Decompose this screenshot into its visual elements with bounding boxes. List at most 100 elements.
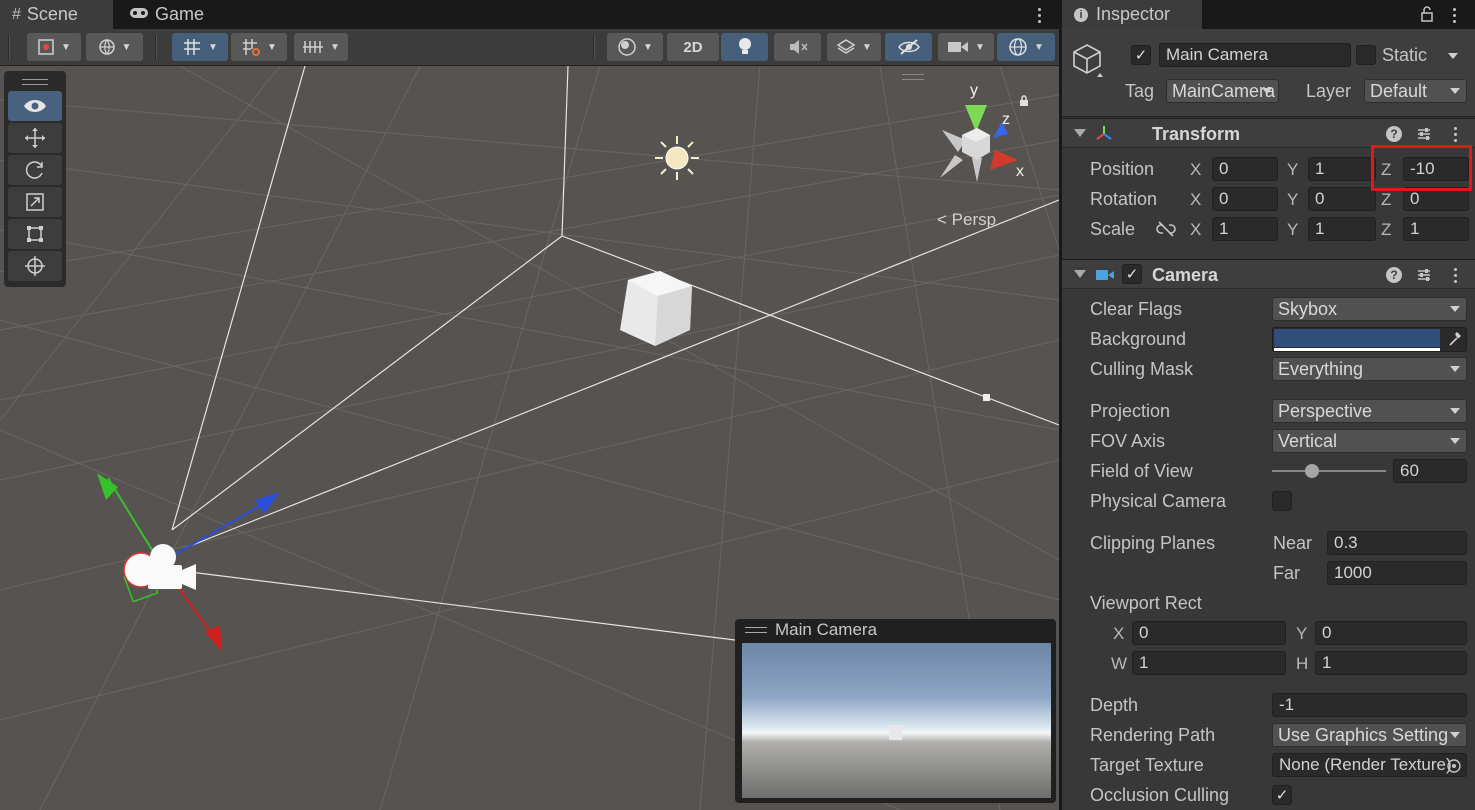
occlusion-culling-label: Occlusion Culling bbox=[1090, 785, 1230, 805]
camera-preview-header[interactable]: Main Camera bbox=[735, 619, 1056, 641]
move-arrows-icon bbox=[25, 128, 45, 148]
scene-more-options-icon[interactable] bbox=[1032, 4, 1046, 26]
gameobject-active-checkbox[interactable]: ✓ bbox=[1131, 45, 1151, 65]
inspector-lock-icon[interactable] bbox=[1420, 6, 1434, 27]
near-clip-field[interactable]: 0.3 bbox=[1327, 531, 1467, 555]
scale-x-label: X bbox=[1190, 220, 1202, 239]
camera-more-options-icon[interactable] bbox=[1448, 264, 1462, 286]
clear-flags-dropdown[interactable]: Skybox bbox=[1272, 297, 1467, 321]
camera-settings-button[interactable]: ▼ bbox=[938, 33, 994, 61]
cube-object[interactable] bbox=[620, 271, 692, 346]
field-of-view-input[interactable]: 60 bbox=[1393, 459, 1467, 483]
camera-preview-panel: Main Camera bbox=[735, 619, 1056, 803]
physical-camera-checkbox[interactable] bbox=[1272, 491, 1292, 511]
info-icon: i bbox=[1074, 7, 1088, 22]
culling-mask-dropdown[interactable]: Everything bbox=[1272, 357, 1467, 381]
rotate-tool-button[interactable] bbox=[8, 155, 62, 185]
lock-icon[interactable] bbox=[1018, 95, 1030, 107]
toolbox-drag-handle[interactable] bbox=[22, 79, 48, 85]
inspector-more-options-icon[interactable] bbox=[1447, 4, 1461, 26]
shading-mode-button[interactable]: ▼ bbox=[607, 33, 663, 61]
scene-visibility-button[interactable] bbox=[885, 33, 932, 61]
fov-slider-track[interactable] bbox=[1272, 470, 1386, 472]
viewport-w-field[interactable]: 1 bbox=[1132, 651, 1286, 675]
audio-toggle-button[interactable] bbox=[774, 33, 821, 61]
presets-icon[interactable] bbox=[1416, 126, 1432, 142]
depth-label: Depth bbox=[1090, 695, 1139, 715]
directional-light-icon[interactable] bbox=[655, 136, 699, 180]
viewport-y-field[interactable]: 0 bbox=[1315, 621, 1467, 645]
tab-scene[interactable]: # Scene bbox=[0, 0, 113, 29]
rendering-path-dropdown[interactable]: Use Graphics Setting bbox=[1272, 723, 1467, 747]
effects-button[interactable]: ▼ bbox=[827, 33, 881, 61]
fov-slider-handle[interactable] bbox=[1305, 464, 1319, 478]
camera-foldout-icon[interactable] bbox=[1074, 270, 1086, 278]
viewport-h-field[interactable]: 1 bbox=[1315, 651, 1467, 675]
position-x-field[interactable]: 0 bbox=[1212, 157, 1278, 181]
toolbar-separator bbox=[155, 35, 157, 59]
background-alpha-bar bbox=[1274, 348, 1440, 351]
static-checkbox[interactable] bbox=[1356, 45, 1376, 65]
viewport-drag-handle[interactable] bbox=[902, 74, 924, 80]
far-label: Far bbox=[1273, 563, 1300, 583]
transform-more-options-icon[interactable] bbox=[1448, 123, 1462, 145]
view-tool-button[interactable] bbox=[8, 91, 62, 121]
scale-x-field[interactable]: 1 bbox=[1212, 217, 1278, 241]
layer-dropdown[interactable]: Default bbox=[1364, 79, 1467, 103]
background-color-field[interactable] bbox=[1272, 327, 1467, 352]
depth-field[interactable]: -1 bbox=[1272, 693, 1467, 717]
rotation-x-field[interactable]: 0 bbox=[1212, 187, 1278, 211]
scale-tool-button[interactable] bbox=[8, 187, 62, 217]
position-y-label: Y bbox=[1287, 160, 1299, 179]
occlusion-culling-checkbox[interactable]: ✓ bbox=[1272, 785, 1292, 805]
move-tool-button[interactable] bbox=[8, 123, 62, 153]
camera-enabled-checkbox[interactable]: ✓ bbox=[1122, 264, 1142, 284]
far-clip-field[interactable]: 1000 bbox=[1327, 561, 1467, 585]
transform-foldout-icon[interactable] bbox=[1074, 129, 1086, 137]
fov-axis-label: FOV Axis bbox=[1090, 431, 1166, 451]
scene-tabbar: # Scene Game bbox=[0, 0, 1059, 29]
camera-component-header[interactable]: ✓ Camera ? bbox=[1062, 259, 1475, 289]
constrain-proportions-icon[interactable] bbox=[1156, 221, 1176, 242]
help-icon[interactable]: ? bbox=[1386, 126, 1402, 142]
viewport-x-field[interactable]: 0 bbox=[1132, 621, 1286, 645]
transform-component-header[interactable]: Transform ? bbox=[1062, 118, 1475, 148]
static-dropdown[interactable] bbox=[1442, 45, 1462, 69]
position-y-field[interactable]: 1 bbox=[1308, 157, 1376, 181]
clear-flags-label: Clear Flags bbox=[1090, 299, 1183, 319]
rotation-y-field[interactable]: 0 bbox=[1308, 187, 1376, 211]
eyedropper-icon[interactable] bbox=[1448, 331, 1462, 350]
lightbulb-icon bbox=[738, 38, 751, 54]
tab-inspector[interactable]: i Inspector bbox=[1062, 0, 1202, 29]
field-of-view-label: Field of View bbox=[1090, 461, 1193, 481]
transform-tool-button[interactable] bbox=[8, 251, 62, 281]
target-texture-field[interactable]: None (Render Texture) bbox=[1272, 753, 1467, 777]
target-texture-value: None (Render Texture) bbox=[1279, 755, 1452, 774]
persp-label: Persp bbox=[951, 210, 997, 229]
increment-snap-button[interactable]: ▼ bbox=[231, 33, 287, 61]
grid-snapping-button[interactable]: ▼ bbox=[172, 33, 228, 61]
projection-dropdown[interactable]: Perspective bbox=[1272, 399, 1467, 423]
tag-dropdown[interactable]: MainCamera bbox=[1166, 79, 1279, 103]
scale-y-field[interactable]: 1 bbox=[1308, 217, 1376, 241]
fov-axis-dropdown[interactable]: Vertical bbox=[1272, 429, 1467, 453]
gizmos-button[interactable]: ▼ bbox=[997, 33, 1055, 61]
global-view-button[interactable]: ▼ bbox=[86, 33, 143, 61]
draw-mode-button[interactable]: ▼ bbox=[27, 33, 81, 61]
lighting-toggle-button[interactable] bbox=[721, 33, 768, 61]
gameobject-name-field[interactable]: Main Camera bbox=[1159, 43, 1351, 67]
tab-game[interactable]: Game bbox=[117, 0, 227, 29]
scale-z-field[interactable]: 1 bbox=[1403, 217, 1469, 241]
camera-help-icon[interactable]: ? bbox=[1386, 267, 1402, 283]
rect-transform-icon bbox=[27, 226, 43, 242]
mode-2d-button[interactable]: 2D bbox=[667, 33, 719, 61]
persp-toggle[interactable]: < Persp bbox=[937, 210, 996, 230]
inspector-panel: i Inspector ✓ Main Camera Static Tag Mai… bbox=[1062, 0, 1475, 810]
camera-presets-icon[interactable] bbox=[1416, 267, 1432, 283]
grid-visibility-button[interactable]: ▼ bbox=[294, 33, 348, 61]
object-picker-icon[interactable] bbox=[1447, 758, 1461, 776]
sphere-shading-icon bbox=[618, 38, 636, 56]
rect-tool-button[interactable] bbox=[8, 219, 62, 249]
snap-increment-icon bbox=[243, 39, 261, 56]
camera-gizmo[interactable] bbox=[97, 473, 280, 652]
